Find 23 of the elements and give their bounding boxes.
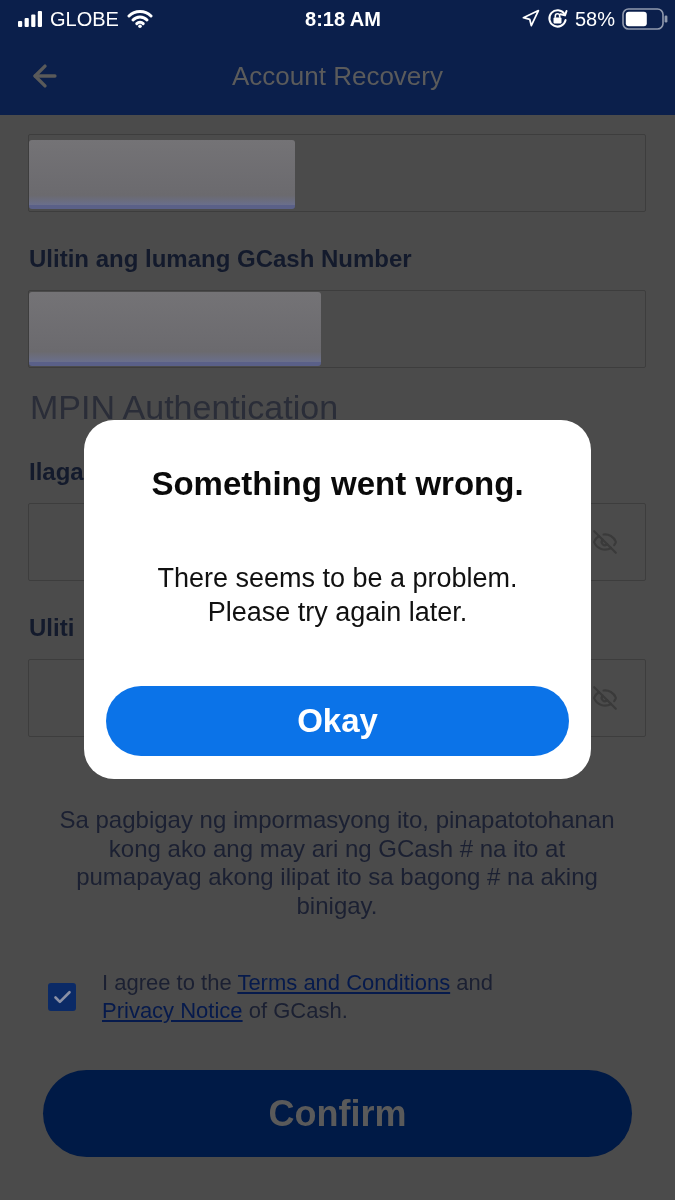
wifi-icon — [126, 9, 153, 28]
field-label: Ulitin ang lumang GCash Number — [29, 244, 412, 274]
field-label: Ilaga — [29, 457, 84, 487]
confirm-button[interactable]: Confirm — [43, 1070, 632, 1157]
battery-icon — [622, 7, 668, 30]
field-label: Uliti — [29, 613, 75, 643]
eye-off-icon[interactable] — [592, 685, 618, 711]
eye-off-icon[interactable] — [592, 529, 618, 555]
input-field[interactable] — [28, 134, 646, 212]
signal-bars-icon — [18, 10, 42, 27]
agreement-checkbox[interactable] — [48, 983, 76, 1011]
screen-title: Account Recovery — [232, 61, 443, 91]
status-time: 8:18 AM — [305, 7, 381, 30]
input-field[interactable] — [28, 290, 646, 368]
rotation-lock-icon — [546, 8, 568, 29]
battery-percent: 58% — [574, 7, 615, 30]
dialog-message: There seems to be a problem. Please try again later. — [157, 562, 518, 629]
okay-button[interactable]: Okay — [106, 686, 569, 756]
agreement-link[interactable]: Terms and Conditions — [237, 970, 451, 995]
agreement-link[interactable]: Privacy Notice — [102, 998, 243, 1023]
carrier-name: GLOBE — [50, 7, 119, 30]
location-arrow-icon — [520, 9, 540, 28]
dialog-title: Something went wrong. — [151, 466, 524, 502]
